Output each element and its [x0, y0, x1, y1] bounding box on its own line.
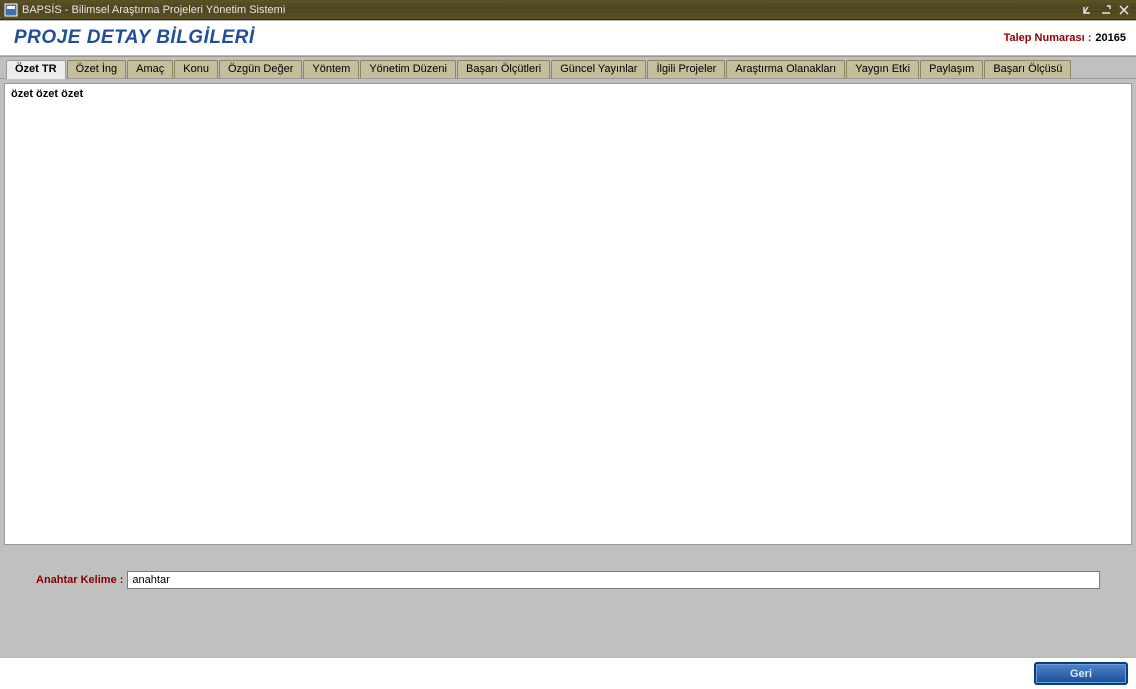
tab-2[interactable]: Amaç	[127, 60, 173, 79]
back-button[interactable]: Geri	[1034, 662, 1128, 685]
tab-6[interactable]: Yönetim Düzeni	[360, 60, 456, 79]
workarea: özet özet özet Anahtar Kelime :	[0, 79, 1136, 657]
request-number: Talep Numarası : 20165	[1004, 32, 1126, 44]
minimize-icon[interactable]	[1080, 3, 1096, 17]
tab-12[interactable]: Paylaşım	[920, 60, 983, 79]
request-number-label: Talep Numarası :	[1004, 32, 1092, 44]
app-window: BAPSİS - Bilimsel Araştırma Projeleri Yö…	[0, 0, 1136, 689]
window-title: BAPSİS - Bilimsel Araştırma Projeleri Yö…	[22, 4, 285, 16]
tab-8[interactable]: Güncel Yayınlar	[551, 60, 646, 79]
tab-5[interactable]: Yöntem	[303, 60, 359, 79]
tabbar: Özet TRÖzet İngAmaçKonuÖzgün DeğerYöntem…	[0, 57, 1136, 79]
tab-1[interactable]: Özet İng	[67, 60, 127, 79]
tab-wrap: Özet TRÖzet İngAmaçKonuÖzgün DeğerYöntem…	[0, 56, 1136, 79]
maximize-icon[interactable]	[1098, 3, 1114, 17]
header: PROJE DETAY BİLGİLERİ Talep Numarası : 2…	[0, 20, 1136, 56]
content-panel[interactable]: özet özet özet	[4, 83, 1132, 545]
keyword-input[interactable]	[127, 571, 1100, 589]
request-number-value: 20165	[1095, 32, 1126, 44]
content-text: özet özet özet	[11, 88, 83, 100]
titlebar[interactable]: BAPSİS - Bilimsel Araştırma Projeleri Yö…	[0, 0, 1136, 20]
tab-3[interactable]: Konu	[174, 60, 218, 79]
tab-7[interactable]: Başarı Ölçütleri	[457, 60, 550, 79]
window-controls	[1080, 3, 1136, 17]
keyword-label: Anahtar Kelime :	[36, 574, 123, 586]
page-title: PROJE DETAY BİLGİLERİ	[10, 23, 255, 53]
tab-10[interactable]: Araştırma Olanakları	[726, 60, 845, 79]
close-icon[interactable]	[1116, 3, 1132, 17]
keyword-row: Anahtar Kelime :	[4, 571, 1132, 589]
footer: Geri	[0, 657, 1136, 689]
app-icon	[4, 3, 18, 17]
tab-4[interactable]: Özgün Değer	[219, 60, 302, 79]
tab-9[interactable]: İlgili Projeler	[647, 60, 725, 79]
tab-11[interactable]: Yaygın Etki	[846, 60, 919, 79]
tab-13[interactable]: Başarı Ölçüsü	[984, 60, 1071, 79]
back-button-label: Geri	[1070, 668, 1092, 680]
tab-0[interactable]: Özet TR	[6, 60, 66, 79]
